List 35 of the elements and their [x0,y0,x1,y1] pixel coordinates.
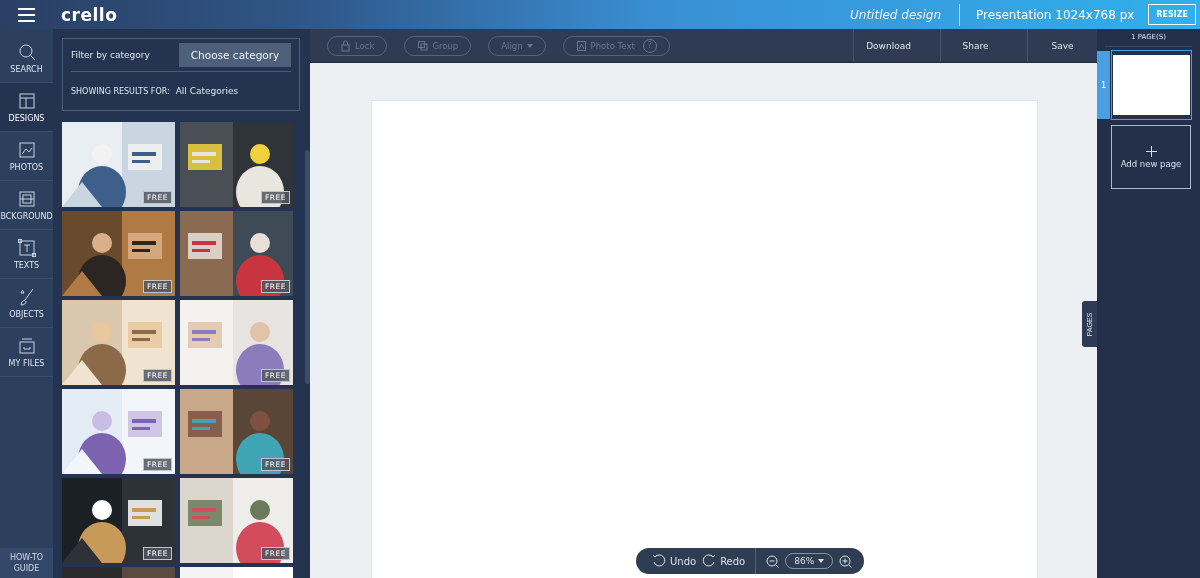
filter-label: Filter by category [71,50,150,60]
undo-icon [652,554,666,568]
designs-icon [16,91,37,111]
page-number: 1 [1097,51,1110,119]
add-page-button[interactable]: Add new page [1111,125,1191,189]
logo[interactable]: crello [61,4,118,25]
caret-icon [526,43,533,48]
phototext-icon [575,39,587,52]
action-button[interactable]: Download [853,29,923,62]
search-icon [16,42,37,62]
plus-icon [1145,145,1157,157]
lock-icon [340,39,351,52]
results-value: All Categories [175,86,239,96]
action-button[interactable]: Share [940,29,1010,62]
background-icon [16,189,37,209]
zoom-out-icon [766,554,780,568]
photos-icon [16,140,37,160]
category-button[interactable]: Choose category [179,43,291,67]
zoom-in-button[interactable] [839,554,853,568]
texts-icon [16,238,37,258]
zoom-out-button[interactable] [766,554,780,568]
redo-icon [702,554,717,568]
nav-item[interactable]: DESIGNS [0,83,53,132]
guide-button[interactable]: HOW-TO GUIDE [0,548,53,578]
page-thumbnail[interactable] [1112,51,1191,119]
files-icon [16,336,37,356]
undo-button[interactable]: Undo [652,554,697,568]
zoom-in-icon [839,554,853,568]
format-label: Presentation 1024x768 px [975,7,1136,22]
menu-icon[interactable] [18,7,35,22]
group-icon [417,39,429,52]
results-label: SHOWING RESULTS FOR: [71,86,170,96]
redo-button[interactable]: Redo [702,554,746,568]
caret-icon [818,559,825,563]
scrollbar[interactable] [305,150,310,384]
